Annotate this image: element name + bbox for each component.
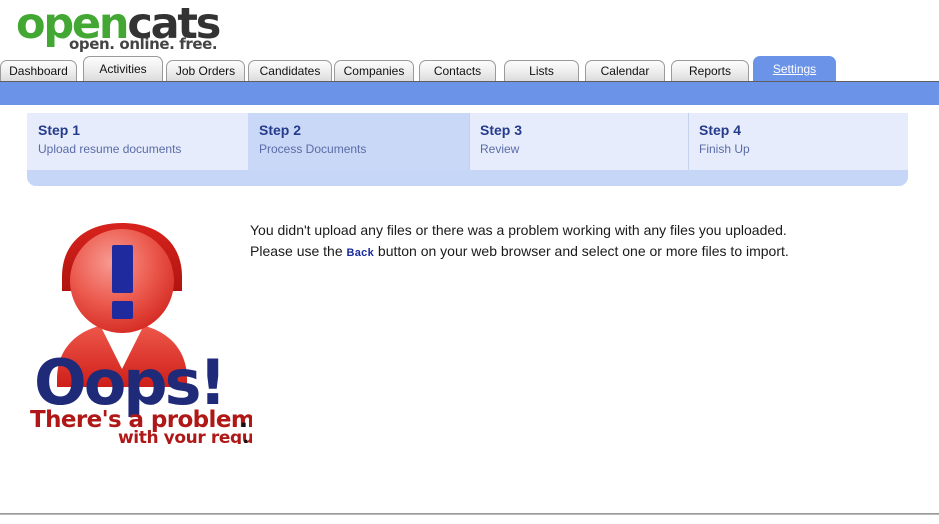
tab-label: Reports (688, 64, 732, 78)
step-subtitle: Finish Up (699, 142, 750, 156)
error-message-line-1: You didn't upload any files or there was… (250, 222, 787, 238)
back-button-reference: Back (346, 247, 375, 259)
error-message-line-2-before: Please use the (250, 243, 347, 259)
step-divider (688, 113, 689, 170)
step-subtitle: Review (480, 142, 520, 156)
step-title: Step 1 (38, 122, 81, 138)
tab-label: Companies (343, 64, 405, 78)
oops-subline-2: with your request (118, 428, 252, 444)
step-subtitle: Upload resume documents (38, 142, 182, 156)
page-bottom-rule (0, 513, 939, 515)
tab-calendar[interactable]: Calendar (585, 60, 665, 81)
wizard-step-row: Step 1 Upload resume documents Step 2 Pr… (27, 113, 908, 170)
logo-tagline: open. online. free. (69, 35, 218, 53)
error-message-line-2-after: button on your web browser and select on… (374, 243, 789, 259)
import-wizard-steps: Step 1 Upload resume documents Step 2 Pr… (27, 113, 908, 186)
wizard-step-3[interactable]: Step 3 Review (469, 113, 688, 170)
tab-candidates[interactable]: Candidates (248, 60, 332, 81)
step-title: Step 4 (699, 122, 742, 138)
step-title: Step 2 (259, 122, 302, 138)
tab-reports[interactable]: Reports (671, 60, 749, 81)
app-logo[interactable]: opencats open. online. free. (16, 0, 246, 54)
oops-illustration: Oops! There's a problem . with your requ… (30, 223, 252, 444)
tab-label: Lists (529, 64, 554, 78)
tab-dashboard[interactable]: Dashboard (0, 60, 77, 81)
tab-label: Job Orders (175, 64, 236, 78)
tab-settings[interactable]: Settings (753, 56, 836, 81)
tab-lists[interactable]: Lists (504, 60, 579, 81)
page-content: Oops! There's a problem . with your requ… (0, 205, 939, 505)
main-navigation-tabs: Dashboard Activities Job Orders Candidat… (0, 56, 939, 81)
wizard-step-2[interactable]: Step 2 Process Documents (248, 113, 469, 170)
exclamation-dot (112, 301, 133, 319)
tab-label: Dashboard (9, 64, 68, 78)
navigation-blue-band (0, 81, 939, 105)
exclamation-bar (112, 245, 133, 293)
step-divider (469, 113, 470, 170)
tab-companies[interactable]: Companies (334, 60, 414, 81)
step-subtitle: Process Documents (259, 142, 367, 156)
tab-label: Calendar (600, 64, 650, 78)
oops-subline-punct-2: . (243, 428, 249, 444)
step-title: Step 3 (480, 122, 523, 138)
tab-label: Contacts (433, 64, 482, 78)
wizard-step-4[interactable]: Step 4 Finish Up (688, 113, 908, 170)
tab-label: Candidates (259, 64, 321, 78)
tab-contacts[interactable]: Contacts (419, 60, 496, 81)
error-message: You didn't upload any files or there was… (250, 220, 910, 264)
tab-label: Activities (99, 62, 147, 76)
tab-job-orders[interactable]: Job Orders (166, 60, 245, 81)
error-oops-graphic: Oops! There's a problem . with your requ… (22, 219, 252, 444)
tab-activities[interactable]: Activities (83, 56, 163, 81)
tab-label: Settings (772, 62, 817, 76)
wizard-step-1[interactable]: Step 1 Upload resume documents (27, 113, 248, 170)
